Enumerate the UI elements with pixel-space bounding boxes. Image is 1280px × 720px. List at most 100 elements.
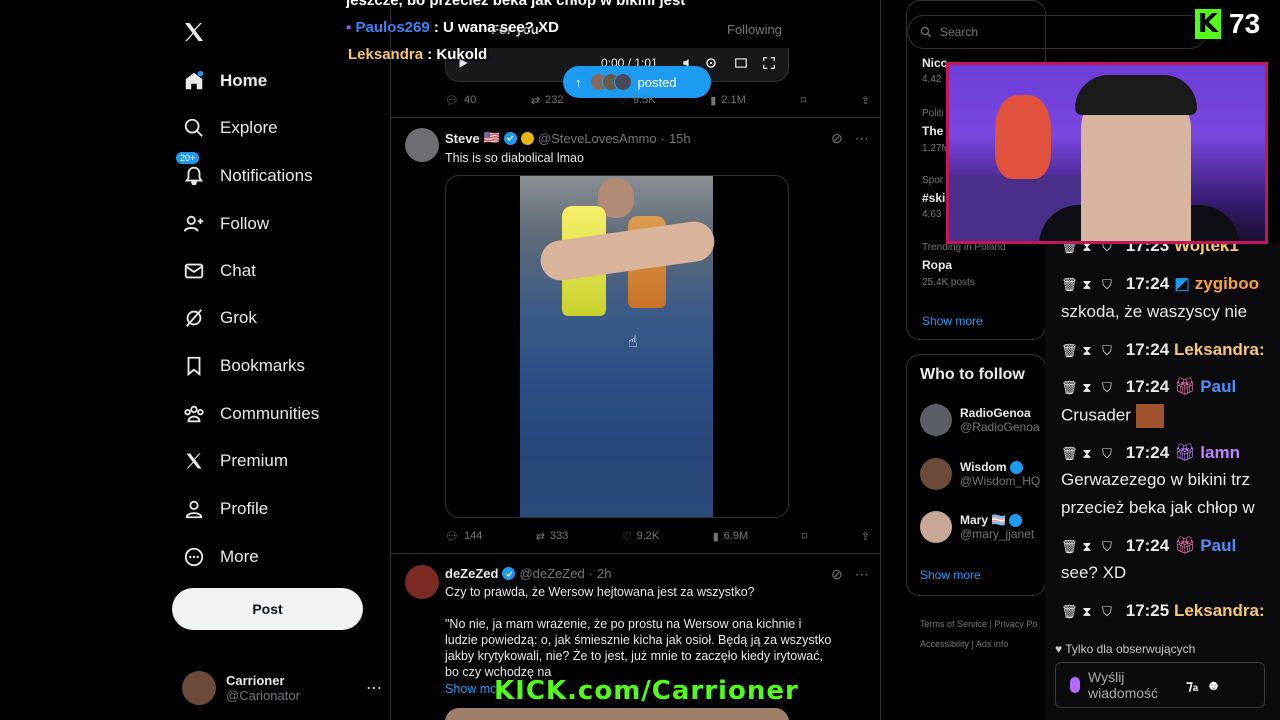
views-button[interactable]: ▮ 2.1M xyxy=(710,94,746,107)
nav-follow[interactable]: Follow xyxy=(182,204,269,244)
timeout-icon[interactable]: ⧗ xyxy=(1081,277,1093,293)
chat-username[interactable]: lamn xyxy=(1200,443,1240,462)
timeout-icon[interactable]: ⧗ xyxy=(1081,446,1093,462)
chat-message-input[interactable]: Wyślij wiadomość ⁊ₐ ☻ xyxy=(1055,662,1265,708)
trash-icon[interactable]: 🗑︎ xyxy=(1061,277,1078,293)
views-icon: ▮ xyxy=(710,94,717,107)
follow-suggestion[interactable]: RadioGenoa @RadioGenoa xyxy=(920,404,1040,436)
x-logo-icon[interactable] xyxy=(182,20,206,44)
tweet-video[interactable]: ☝︎ xyxy=(445,175,789,518)
chat-text: Crusader xyxy=(1061,404,1164,428)
timeout-icon[interactable]: ⧗ xyxy=(1081,604,1093,620)
show-more-link[interactable]: Show more xyxy=(920,568,981,582)
settings-icon[interactable] xyxy=(704,56,718,70)
tweet-author-handle[interactable]: @deZeZed xyxy=(519,566,584,581)
trash-icon[interactable]: 🗑︎ xyxy=(1061,343,1078,359)
nav-bookmarks[interactable]: Bookmarks xyxy=(182,346,305,386)
nav-home[interactable]: Home xyxy=(182,61,267,101)
like-count: 9.2K xyxy=(636,530,660,542)
chat-username[interactable]: Leksandra: xyxy=(1174,340,1265,359)
share-button[interactable]: ⇪ xyxy=(861,530,870,543)
avatar xyxy=(182,671,216,705)
like-count: 9.5K xyxy=(632,94,656,106)
shield-icon: ⛉ xyxy=(1102,446,1112,461)
reply-icon: 💬︎ xyxy=(445,530,459,543)
tab-following[interactable]: Following xyxy=(727,22,782,37)
views-button[interactable]: ▮ 6.9M xyxy=(713,530,749,543)
avatar[interactable] xyxy=(405,128,439,162)
overlay-chat-line: ▪ Paulos269 : U wana see? XD xyxy=(346,19,559,36)
translate-icon[interactable]: ⁊ₐ xyxy=(1186,677,1198,694)
divider xyxy=(391,553,880,554)
repost-button[interactable]: ⇄ 333 xyxy=(536,530,569,543)
tweet-time[interactable]: 15h xyxy=(669,131,691,146)
trash-icon[interactable]: 🗑︎ xyxy=(1061,244,1078,255)
timeout-icon[interactable]: ⧗ xyxy=(1081,539,1093,555)
trend-name[interactable]: Ropa xyxy=(922,258,952,272)
suggestion-handle: @Wisdom_HQ xyxy=(960,474,1041,488)
microphone-icon[interactable] xyxy=(1070,677,1080,693)
left-navigation: Home Explore 20+ Notifications Follow Ch… xyxy=(0,0,390,720)
chat-username[interactable]: Wojtek1 xyxy=(1174,244,1239,255)
avatar[interactable] xyxy=(405,565,439,599)
grok-icon[interactable]: ⊘ xyxy=(831,566,843,583)
more-dots-icon[interactable]: ⋯ xyxy=(855,130,869,147)
trend-name[interactable]: The xyxy=(922,124,943,138)
bookmark-button[interactable]: ⌑ xyxy=(802,530,808,543)
fullscreen-icon[interactable] xyxy=(762,56,776,70)
more-dots-icon[interactable]: ⋯ xyxy=(855,566,869,583)
tweet-author-name[interactable]: Steve xyxy=(445,131,480,146)
trend-name[interactable]: #ski xyxy=(922,191,945,205)
chat-username[interactable]: Paul xyxy=(1200,536,1236,555)
trash-icon[interactable]: 🗑︎ xyxy=(1061,446,1078,462)
nav-premium[interactable]: Premium xyxy=(182,441,288,481)
trend-name[interactable]: Nicc xyxy=(922,56,947,70)
account-switcher[interactable]: Carrioner @Carionator ⋯ xyxy=(182,668,382,708)
footer-link[interactable]: Accessibility xyxy=(920,639,969,649)
nav-notifications[interactable]: 20+ Notifications xyxy=(176,152,313,196)
tweet-time[interactable]: 2h xyxy=(597,566,611,581)
chat-username[interactable]: Paul xyxy=(1200,377,1236,396)
tweet-image[interactable] xyxy=(445,708,789,720)
nav-more[interactable]: More xyxy=(182,537,259,577)
grok-icon xyxy=(182,306,206,330)
post-button[interactable]: Post xyxy=(172,588,363,630)
timeout-icon[interactable]: ⧗ xyxy=(1081,380,1093,396)
timeout-icon[interactable]: ⧗ xyxy=(1081,244,1093,255)
chat-username[interactable]: Leksandra: xyxy=(1174,601,1265,620)
trash-icon[interactable]: 🗑︎ xyxy=(1061,380,1078,396)
trash-icon[interactable]: 🗑︎ xyxy=(1061,604,1078,620)
emoji-icon[interactable]: ☻ xyxy=(1206,677,1221,693)
trash-icon[interactable]: 🗑︎ xyxy=(1061,539,1078,555)
footer-link[interactable]: Terms of Service xyxy=(920,619,987,629)
nav-profile[interactable]: Profile xyxy=(182,489,268,529)
nav-explore[interactable]: Explore xyxy=(182,108,278,148)
nav-chat[interactable]: Chat xyxy=(182,251,256,291)
timeout-icon[interactable]: ⧗ xyxy=(1081,343,1093,359)
overlay-top-text: jeszcze, bo przecież beka jak chłop w bi… xyxy=(346,0,686,9)
webcam-overlay xyxy=(946,62,1268,244)
reply-button[interactable]: 💬︎ 144 xyxy=(445,530,482,543)
tweet-author-name[interactable]: deZeZed xyxy=(445,566,498,581)
tweet-tools: ⊘ ⋯ xyxy=(831,566,869,583)
repost-button[interactable]: ⇄ 232 xyxy=(531,94,564,107)
follow-suggestion[interactable]: Wisdom @Wisdom_HQ xyxy=(920,458,1040,490)
tweet-author-handle[interactable]: @SteveLovesAmmo xyxy=(538,131,657,146)
share-button[interactable]: ⇪ xyxy=(861,94,870,107)
pip-icon[interactable] xyxy=(734,56,748,70)
follow-suggestion[interactable]: Mary 🏳️‍⚧️ @mary_jjanet xyxy=(920,511,1034,543)
nav-grok[interactable]: Grok xyxy=(182,298,257,338)
footer-link[interactable]: Ads info xyxy=(976,639,1009,649)
nav-communities[interactable]: Communities xyxy=(182,394,319,434)
show-more-link[interactable]: Show more xyxy=(922,314,983,328)
grok-icon[interactable]: ⊘ xyxy=(831,130,843,147)
chat-username[interactable]: zygiboo xyxy=(1195,274,1259,293)
like-button[interactable]: ♡ 9.2K xyxy=(622,530,660,543)
bookmark-button[interactable]: ⌑ xyxy=(800,94,806,107)
like-button[interactable]: ♡ 9.5K xyxy=(618,94,656,107)
overlay-chat-line: Leksandra : Kukold xyxy=(348,46,487,63)
reply-button[interactable]: 💬︎ 40 xyxy=(445,94,476,107)
more-dots-icon[interactable]: ⋯ xyxy=(366,678,382,698)
footer-link[interactable]: Privacy Po xyxy=(994,619,1037,629)
tweet-text: This is so diabolical lmao xyxy=(445,151,584,165)
